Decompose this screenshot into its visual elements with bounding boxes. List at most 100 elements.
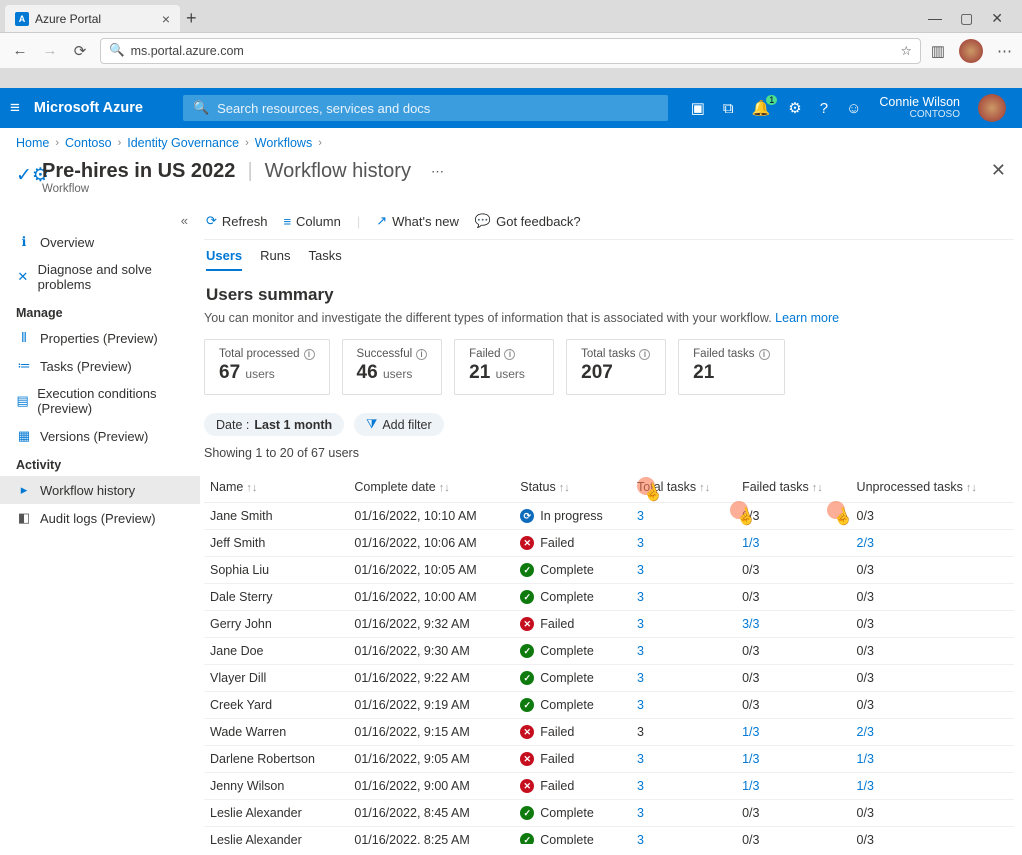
- cell-total[interactable]: 3: [631, 530, 736, 557]
- tab-users[interactable]: Users: [206, 248, 242, 271]
- profile-avatar-icon[interactable]: [959, 39, 983, 63]
- close-tab-icon[interactable]: ×: [162, 11, 170, 27]
- breadcrumb-link[interactable]: Workflows: [255, 136, 312, 150]
- new-tab-button[interactable]: +: [186, 8, 197, 29]
- sidebar-item[interactable]: ▸Workflow history: [0, 476, 200, 504]
- user-avatar-icon[interactable]: [978, 94, 1006, 122]
- brand[interactable]: Microsoft Azure: [34, 100, 143, 116]
- tab-runs[interactable]: Runs: [260, 248, 290, 271]
- cell-name: Leslie Alexander: [204, 800, 348, 827]
- sidebar-item[interactable]: ◧Audit logs (Preview): [0, 504, 200, 532]
- table-row[interactable]: Leslie Alexander 01/16/2022, 8:25 AM ✓Co…: [204, 827, 1014, 845]
- table-row[interactable]: Jane Doe 01/16/2022, 9:30 AM ✓Complete 3…: [204, 638, 1014, 665]
- column-header[interactable]: Failed tasks↑↓: [736, 472, 850, 503]
- table-row[interactable]: Jane Smith 01/16/2022, 10:10 AM ⟳In prog…: [204, 503, 1014, 530]
- table-row[interactable]: Sophia Liu 01/16/2022, 10:05 AM ✓Complet…: [204, 557, 1014, 584]
- info-icon[interactable]: i: [639, 349, 650, 360]
- settings-icon[interactable]: ⚙: [788, 99, 801, 117]
- column-header[interactable]: Name↑↓: [204, 472, 348, 503]
- cell-total[interactable]: 3: [631, 557, 736, 584]
- cell-total[interactable]: 3: [631, 503, 736, 530]
- cloud-shell-icon[interactable]: ▣: [691, 99, 705, 117]
- column-header[interactable]: Complete date↑↓: [348, 472, 514, 503]
- directory-icon[interactable]: ⧉: [723, 100, 734, 117]
- table-row[interactable]: Darlene Robertson 01/16/2022, 9:05 AM ✕F…: [204, 746, 1014, 773]
- cell-failed[interactable]: 3/3: [736, 611, 850, 638]
- filter-date[interactable]: Date : Last 1 month: [204, 413, 344, 436]
- learn-more-link[interactable]: Learn more: [775, 311, 839, 325]
- minimize-icon[interactable]: —: [928, 10, 942, 27]
- info-icon[interactable]: i: [416, 349, 427, 360]
- column-button[interactable]: ≡Column: [283, 214, 340, 229]
- table-row[interactable]: Gerry John 01/16/2022, 9:32 AM ✕Failed 3…: [204, 611, 1014, 638]
- whats-new-button[interactable]: ↗What's new: [376, 213, 459, 229]
- table-row[interactable]: Jeff Smith 01/16/2022, 10:06 AM ✕Failed …: [204, 530, 1014, 557]
- more-icon[interactable]: ⋯: [997, 42, 1012, 60]
- notifications-icon[interactable]: 🔔1: [752, 99, 771, 117]
- refresh-button[interactable]: ⟳: [70, 42, 90, 60]
- refresh-button[interactable]: ⟳Refresh: [206, 213, 267, 229]
- breadcrumb-link[interactable]: Identity Governance: [127, 136, 239, 150]
- sidebar-item[interactable]: ℹOverview: [0, 228, 200, 256]
- breadcrumb-link[interactable]: Home: [16, 136, 49, 150]
- table-row[interactable]: Wade Warren 01/16/2022, 9:15 AM ✕Failed …: [204, 719, 1014, 746]
- more-icon[interactable]: ⋯: [431, 164, 444, 180]
- info-icon[interactable]: i: [504, 349, 515, 360]
- close-window-icon[interactable]: ✕: [991, 10, 1003, 27]
- status-icon: ✓: [520, 698, 534, 712]
- cell-unproc[interactable]: 2/3: [851, 530, 1014, 557]
- cell-total[interactable]: 3: [631, 611, 736, 638]
- collapse-sidebar-icon[interactable]: «: [0, 213, 200, 228]
- cell-unproc[interactable]: 1/3: [851, 746, 1014, 773]
- cell-unproc[interactable]: 1/3: [851, 773, 1014, 800]
- close-blade-icon[interactable]: ✕: [991, 160, 1006, 181]
- column-header[interactable]: Status↑↓: [514, 472, 631, 503]
- collections-icon[interactable]: ▥: [931, 42, 945, 60]
- sidebar-item[interactable]: ≔Tasks (Preview): [0, 352, 200, 380]
- sidebar-item[interactable]: ✕Diagnose and solve problems: [0, 256, 200, 298]
- maximize-icon[interactable]: ▢: [960, 10, 973, 27]
- help-icon[interactable]: ?: [820, 100, 828, 117]
- add-filter-button[interactable]: ⧩ Add filter: [354, 413, 444, 436]
- cell-failed: 0/3: [736, 800, 850, 827]
- search-input[interactable]: 🔍 Search resources, services and docs: [183, 95, 668, 121]
- cell-date: 01/16/2022, 9:32 AM: [348, 611, 514, 638]
- browser-tab[interactable]: A Azure Portal ×: [5, 5, 180, 33]
- cell-total[interactable]: 3: [631, 584, 736, 611]
- sidebar-heading-activity: Activity: [0, 450, 200, 476]
- table-row[interactable]: Jenny Wilson 01/16/2022, 9:00 AM ✕Failed…: [204, 773, 1014, 800]
- cell-failed[interactable]: 1/3: [736, 530, 850, 557]
- url-input[interactable]: 🔍 ms.portal.azure.com ☆: [100, 38, 921, 64]
- cell-unproc[interactable]: 2/3: [851, 719, 1014, 746]
- favorite-icon[interactable]: ☆: [901, 43, 912, 58]
- info-icon[interactable]: i: [304, 349, 315, 360]
- cell-failed[interactable]: 1/3: [736, 746, 850, 773]
- sidebar-item[interactable]: ▦Versions (Preview): [0, 422, 200, 450]
- sidebar-item[interactable]: ⦀Properties (Preview): [0, 324, 200, 352]
- table-row[interactable]: Leslie Alexander 01/16/2022, 8:45 AM ✓Co…: [204, 800, 1014, 827]
- tab-tasks[interactable]: Tasks: [309, 248, 342, 271]
- cell-total[interactable]: 3: [631, 638, 736, 665]
- feedback-icon[interactable]: ☺: [846, 100, 861, 117]
- cell-total[interactable]: 3: [631, 692, 736, 719]
- cell-total[interactable]: 3: [631, 773, 736, 800]
- table-row[interactable]: Vlayer Dill 01/16/2022, 9:22 AM ✓Complet…: [204, 665, 1014, 692]
- user-block[interactable]: Connie Wilson CONTOSO: [879, 95, 960, 121]
- feedback-button[interactable]: 💬Got feedback?: [475, 213, 581, 229]
- cell-total[interactable]: 3: [631, 827, 736, 845]
- table-row[interactable]: Creek Yard 01/16/2022, 9:19 AM ✓Complete…: [204, 692, 1014, 719]
- sidebar-item[interactable]: ▤Execution conditions (Preview): [0, 380, 200, 422]
- cell-failed[interactable]: 1/3: [736, 719, 850, 746]
- info-icon[interactable]: i: [759, 349, 770, 360]
- hamburger-icon[interactable]: ≡: [10, 98, 20, 118]
- back-button[interactable]: ←: [10, 42, 30, 59]
- cell-total[interactable]: 3: [631, 800, 736, 827]
- cell-total[interactable]: 3: [631, 665, 736, 692]
- tab-title: Azure Portal: [35, 12, 101, 26]
- breadcrumb-link[interactable]: Contoso: [65, 136, 112, 150]
- cell-unproc: 0/3: [851, 800, 1014, 827]
- column-header[interactable]: Unprocessed tasks↑↓: [851, 472, 1014, 503]
- table-row[interactable]: Dale Sterry 01/16/2022, 10:00 AM ✓Comple…: [204, 584, 1014, 611]
- cell-total[interactable]: 3: [631, 746, 736, 773]
- cell-failed[interactable]: 1/3: [736, 773, 850, 800]
